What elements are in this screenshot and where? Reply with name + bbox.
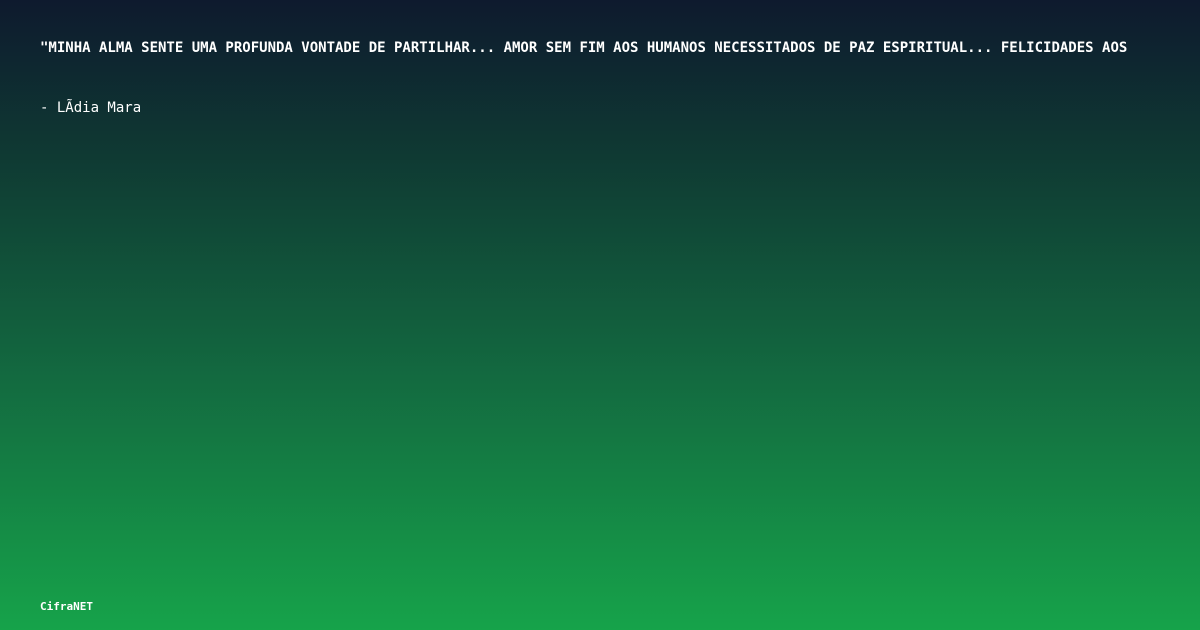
brand-logo-text: CifraNET: [40, 600, 93, 613]
quote-card: "MINHA ALMA SENTE UMA PROFUNDA VONTADE D…: [0, 0, 1200, 630]
quote-author: - LÃ­dia Mara: [40, 100, 142, 116]
quote-text: "MINHA ALMA SENTE UMA PROFUNDA VONTADE D…: [40, 40, 1128, 56]
